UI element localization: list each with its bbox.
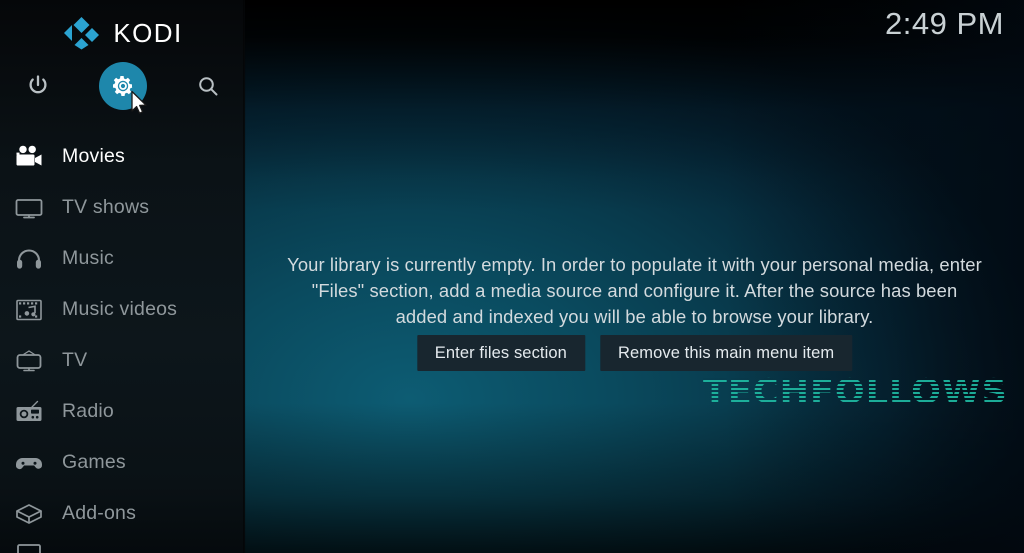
sidebar-item-radio[interactable]: Radio — [0, 386, 245, 437]
film-strip-music-icon — [10, 295, 48, 325]
sidebar-item-music-videos[interactable]: Music videos — [0, 284, 245, 335]
gear-icon — [111, 74, 135, 98]
search-button[interactable] — [184, 62, 232, 110]
addon-box-icon — [10, 499, 48, 529]
main-content: Your library is currently empty. In orde… — [245, 0, 1024, 553]
enter-files-section-button[interactable]: Enter files section — [416, 335, 585, 371]
sidebar-item-games[interactable]: Games — [0, 437, 245, 488]
gamepad-icon — [10, 448, 48, 478]
sidebar-item-label: Games — [62, 450, 126, 473]
sidebar-item-label: Radio — [62, 399, 114, 422]
sidebar: KODI Movies TV shows Music Music videos … — [0, 0, 245, 553]
movie-camera-icon — [10, 142, 48, 172]
remove-main-menu-item-button[interactable]: Remove this main menu item — [599, 335, 853, 371]
sidebar-item-tv-shows[interactable]: TV shows — [0, 182, 245, 233]
search-icon — [196, 74, 220, 98]
sidebar-item-movies[interactable]: Movies — [0, 131, 245, 182]
techfollows-watermark: TECHFOLLOWS — [703, 372, 1008, 412]
kodi-logo: KODI — [0, 10, 245, 55]
sidebar-item-label: TV shows — [62, 195, 150, 218]
power-button[interactable] — [14, 62, 62, 110]
sidebar-item-label: Add-ons — [62, 501, 137, 524]
sidebar-item-label: Music — [62, 246, 114, 269]
empty-library-message: Your library is currently empty. In orde… — [287, 254, 982, 327]
power-icon — [26, 74, 50, 98]
sidebar-divider — [243, 0, 246, 553]
sidebar-item-add-ons[interactable]: Add-ons — [0, 488, 245, 539]
sidebar-item-next-partial[interactable] — [0, 539, 245, 553]
action-button-row: Enter files section Remove this main men… — [416, 335, 853, 371]
kodi-wordmark: KODI — [113, 17, 183, 48]
partial-icon — [10, 539, 48, 553]
top-icon-bar — [0, 62, 245, 110]
kodi-window: 2:49 PM Your library is currently empty.… — [0, 0, 1024, 553]
radio-icon — [10, 397, 48, 427]
kodi-logo-icon — [62, 16, 100, 50]
sidebar-item-tv[interactable]: TV — [0, 335, 245, 386]
sidebar-item-music[interactable]: Music — [0, 233, 245, 284]
clock: 2:49 PM — [885, 6, 1004, 41]
headphones-icon — [10, 244, 48, 274]
television-icon — [10, 193, 48, 223]
sidebar-item-label: Music videos — [62, 297, 178, 320]
crt-tv-icon — [10, 346, 48, 376]
sidebar-item-label: TV — [62, 348, 88, 371]
sidebar-item-label: Movies — [62, 144, 125, 167]
main-menu: Movies TV shows Music Music videos TV Ra… — [0, 131, 245, 553]
settings-button[interactable] — [99, 62, 147, 110]
